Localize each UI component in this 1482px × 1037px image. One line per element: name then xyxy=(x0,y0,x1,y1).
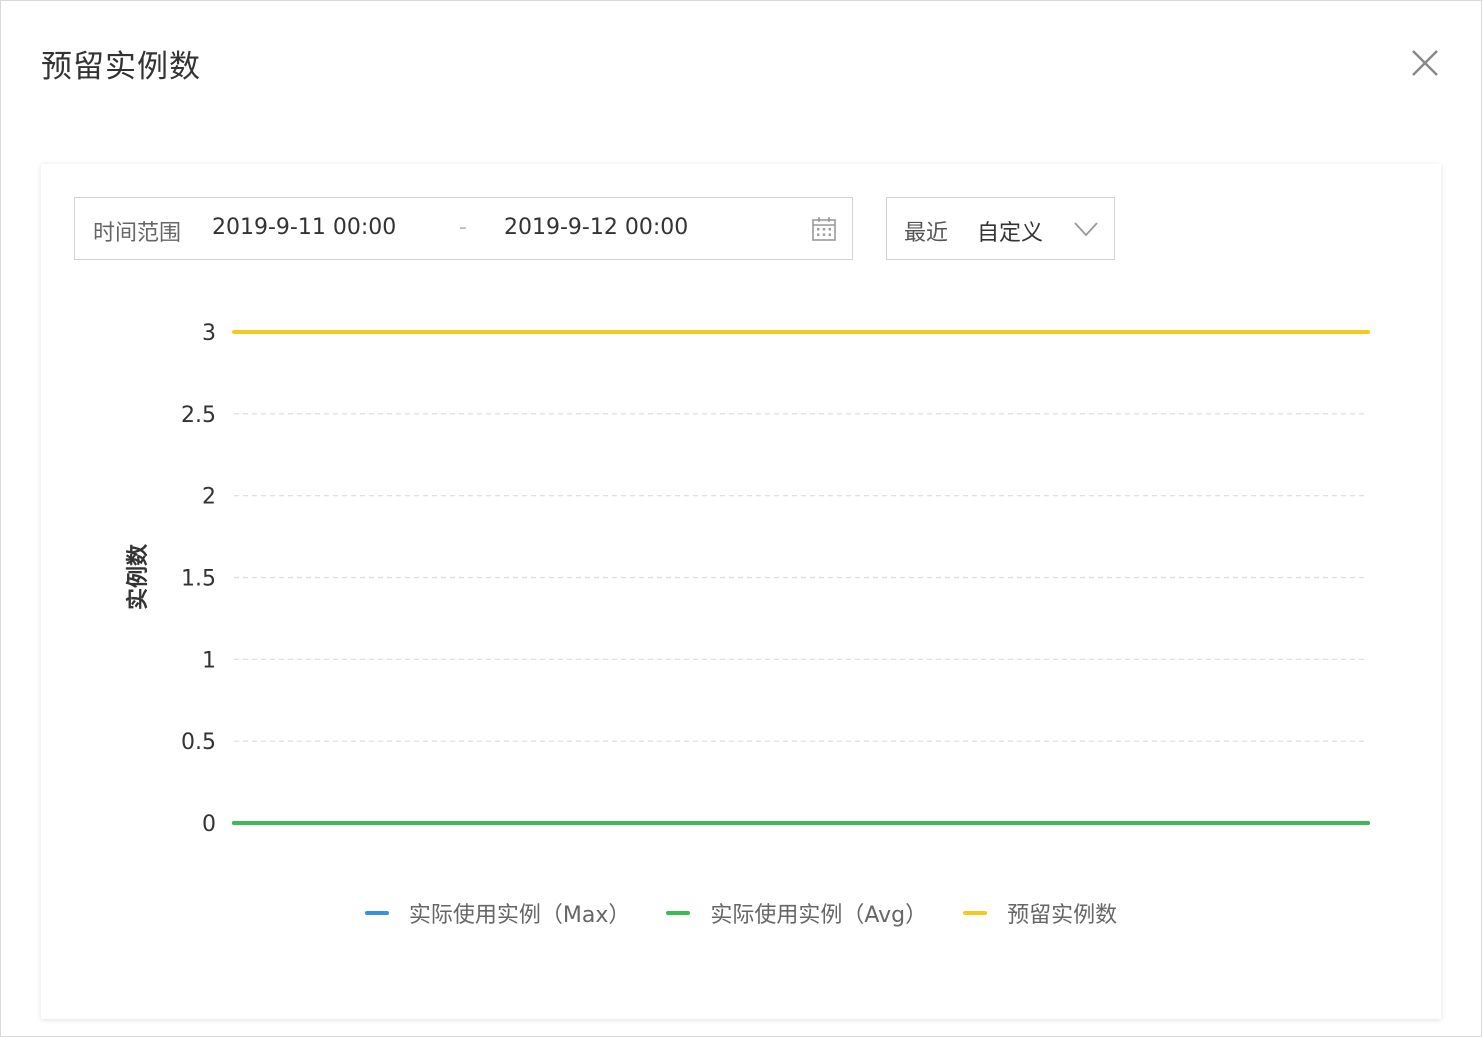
legend-label: 实际使用实例（Avg） xyxy=(710,903,928,928)
y-tick-label: 2.5 xyxy=(181,403,216,428)
chart-card: 时间范围 2019-9-11 00:00 - 2019-9-12 00:00 最… xyxy=(41,164,1441,1019)
legend-item[interactable]: 预留实例数 xyxy=(963,897,1117,929)
legend-label: 预留实例数 xyxy=(1007,903,1118,928)
y-axis-label: 实例数 xyxy=(125,543,151,610)
y-tick-label: 1 xyxy=(202,648,216,673)
instances-line-chart: 0 0.5 1 1.5 2 2.5 3 实例数 xyxy=(125,321,1370,837)
legend-swatch xyxy=(364,911,389,915)
y-tick-label: 0 xyxy=(202,812,216,837)
legend-item[interactable]: 实际使用实例（Avg） xyxy=(666,897,927,929)
y-tick-label: 0.5 xyxy=(181,730,216,755)
legend-swatch xyxy=(666,911,691,915)
legend-swatch xyxy=(963,911,988,915)
y-tick-label: 1.5 xyxy=(181,567,216,592)
y-tick-label: 3 xyxy=(202,321,216,346)
legend-item[interactable]: 实际使用实例（Max） xyxy=(364,897,631,929)
chart-legend: 实际使用实例（Max） 实际使用实例（Avg） 预留实例数 xyxy=(41,897,1441,929)
y-tick-label: 2 xyxy=(202,485,216,510)
close-icon[interactable] xyxy=(1407,45,1443,81)
legend-label: 实际使用实例（Max） xyxy=(408,903,631,928)
dialog-title: 预留实例数 xyxy=(41,49,201,85)
reserved-instances-dialog: 预留实例数 时间范围 2019-9-11 00:00 - 2019-9-12 0… xyxy=(0,0,1482,1037)
